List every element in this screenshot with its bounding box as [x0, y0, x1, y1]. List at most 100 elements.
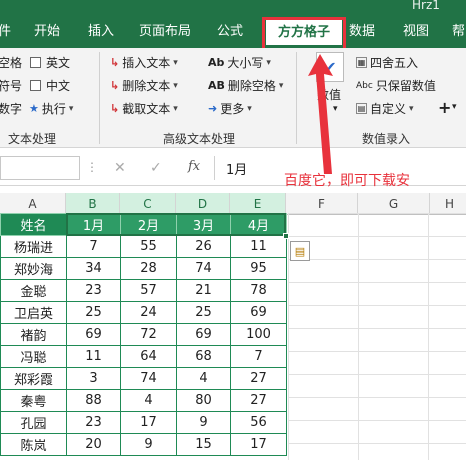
insert-function-button[interactable]: fx — [188, 159, 200, 174]
cell[interactable]: 17 — [230, 433, 287, 456]
formula-bar-grip-icon[interactable]: ⋮ — [86, 160, 99, 174]
table-row: 卫启英 25 24 25 69 — [0, 301, 287, 324]
tab-formulas[interactable]: 公式 — [217, 15, 243, 48]
cell[interactable]: 4 — [176, 367, 231, 390]
chevron-down-icon: ▾ — [278, 80, 284, 91]
cell[interactable]: 陈岚 — [0, 433, 67, 456]
cell[interactable]: 56 — [230, 411, 287, 434]
insert-text-button[interactable]: ↳ 插入文本 ▾ — [110, 54, 178, 71]
annotation-text: 百度它，即可下载安 — [284, 173, 410, 189]
cell[interactable]: 23 — [66, 411, 121, 434]
cell[interactable]: 秦粤 — [0, 389, 67, 412]
column-header-e[interactable]: E — [230, 193, 286, 215]
delete-space-button[interactable]: AB 删除空格 ▾ — [208, 77, 283, 94]
keep-value-button[interactable]: Abc 只保留数值 — [356, 77, 436, 94]
custom-button[interactable]: ▤ 自定义 ▾ — [356, 100, 414, 117]
column-header-c[interactable]: C — [120, 193, 176, 215]
cell[interactable]: 11 — [66, 345, 121, 368]
checkbox-box[interactable] — [30, 80, 41, 91]
quick-analysis-icon[interactable]: ▤ — [290, 241, 310, 261]
cell[interactable]: 28 — [120, 257, 177, 280]
header-cell-name[interactable]: 姓名 — [0, 213, 67, 236]
column-header-b[interactable]: B — [66, 193, 120, 215]
cancel-button[interactable]: ✕ — [114, 160, 126, 176]
cell[interactable]: 20 — [66, 433, 121, 456]
cell[interactable]: 64 — [120, 345, 177, 368]
tab-home[interactable]: 开始 — [34, 15, 60, 48]
checkbox-box[interactable] — [30, 57, 41, 68]
tab-file[interactable]: 件 — [0, 15, 11, 48]
cell[interactable]: 74 — [176, 257, 231, 280]
tab-insert[interactable]: 插入 — [88, 15, 114, 48]
cell[interactable]: 80 — [176, 389, 231, 412]
column-header-f[interactable]: F — [286, 193, 358, 215]
english-checkbox[interactable]: 英文 — [30, 54, 70, 71]
ribbon-number-item[interactable]: 数字 — [0, 100, 22, 117]
cell[interactable]: 27 — [230, 389, 287, 412]
name-box[interactable] — [0, 156, 80, 180]
cell[interactable]: 74 — [120, 367, 177, 390]
fill-handle[interactable] — [283, 233, 289, 239]
enter-button[interactable]: ✓ — [150, 160, 162, 176]
cell[interactable]: 55 — [120, 235, 177, 258]
case-icon: Ab — [208, 56, 225, 69]
column-header-a[interactable]: A — [0, 193, 66, 215]
cell[interactable]: 4 — [120, 389, 177, 412]
cell[interactable]: 9 — [120, 433, 177, 456]
cell[interactable]: 金聪 — [0, 279, 67, 302]
cell[interactable]: 24 — [120, 301, 177, 324]
tab-data[interactable]: 数据 — [349, 15, 375, 48]
cell[interactable]: 23 — [66, 279, 121, 302]
extract-text-button[interactable]: ↳ 截取文本 ▾ — [110, 100, 178, 117]
cell[interactable]: 95 — [230, 257, 287, 280]
cell[interactable]: 杨瑞进 — [0, 235, 67, 258]
cell[interactable]: 孔园 — [0, 411, 67, 434]
ribbon-space-item[interactable]: 空格 — [0, 54, 22, 71]
cell[interactable]: 17 — [120, 411, 177, 434]
cell[interactable]: 褚韵 — [0, 323, 67, 346]
more-button[interactable]: ➜ 更多 ▾ — [208, 100, 252, 117]
cell[interactable]: 100 — [230, 323, 287, 346]
cell[interactable]: 27 — [230, 367, 287, 390]
case-button[interactable]: Ab 大小写 ▾ — [208, 54, 271, 71]
cell[interactable]: 7 — [230, 345, 287, 368]
chevron-down-icon: ▾ — [266, 57, 271, 68]
tab-page-layout[interactable]: 页面布局 — [139, 15, 191, 48]
column-header-d[interactable]: D — [176, 193, 230, 215]
column-header-g[interactable]: G — [358, 193, 430, 215]
cell[interactable]: 3 — [66, 367, 121, 390]
cell[interactable]: 卫启英 — [0, 301, 67, 324]
cell[interactable]: 34 — [66, 257, 121, 280]
cell[interactable]: 9 — [176, 411, 231, 434]
chevron-down-icon[interactable]: ▾ — [452, 102, 457, 112]
cell[interactable]: 69 — [230, 301, 287, 324]
tab-help[interactable]: 帮 — [452, 15, 465, 48]
cell[interactable]: 26 — [176, 235, 231, 258]
delete-text-button[interactable]: ↳ 删除文本 ▾ — [110, 77, 178, 94]
cell[interactable]: 68 — [176, 345, 231, 368]
tab-view[interactable]: 视图 — [403, 15, 429, 48]
cell[interactable]: 25 — [176, 301, 231, 324]
empty-grid-area[interactable] — [288, 213, 466, 460]
column-header-h[interactable]: H — [430, 193, 466, 215]
chinese-checkbox[interactable]: 中文 — [30, 77, 70, 94]
ribbon-symbol-item[interactable]: 符号 — [0, 77, 22, 94]
cell[interactable]: 88 — [66, 389, 121, 412]
cell[interactable]: 郑彩霞 — [0, 367, 67, 390]
cell[interactable]: 69 — [66, 323, 121, 346]
cell[interactable]: 郑妙海 — [0, 257, 67, 280]
cell[interactable]: 冯聪 — [0, 345, 67, 368]
cell[interactable]: 25 — [66, 301, 121, 324]
cell[interactable]: 21 — [176, 279, 231, 302]
cell[interactable]: 72 — [120, 323, 177, 346]
cell[interactable]: 15 — [176, 433, 231, 456]
cell[interactable]: 11 — [230, 235, 287, 258]
cell[interactable]: 69 — [176, 323, 231, 346]
formula-input[interactable]: 1月 — [226, 159, 247, 178]
plus-button[interactable]: + — [438, 98, 451, 117]
round-button[interactable]: ▦ 四舍五入 — [356, 54, 418, 71]
cell[interactable]: 7 — [66, 235, 121, 258]
execute-button[interactable]: ★ 执行 ▾ — [29, 100, 73, 117]
cell[interactable]: 57 — [120, 279, 177, 302]
cell[interactable]: 78 — [230, 279, 287, 302]
